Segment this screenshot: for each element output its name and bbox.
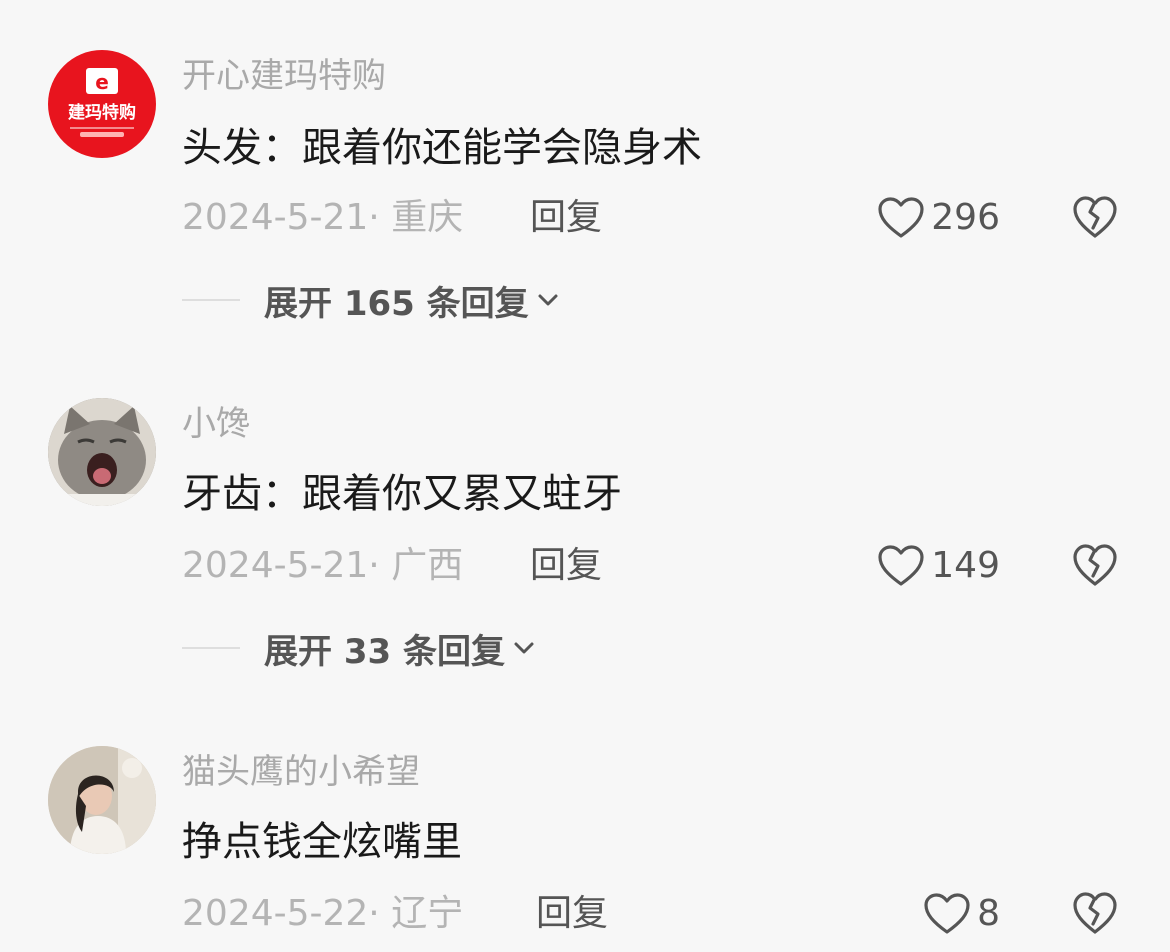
dislike-button[interactable]: [1072, 891, 1118, 935]
like-button[interactable]: 8: [923, 890, 1000, 938]
comment-meta: 2024-5-22· 辽宁: [182, 893, 464, 934]
heart-outline-icon: [924, 893, 970, 934]
heart-outline-icon: [878, 197, 924, 238]
comment-text: 挣点钱全炫嘴里: [182, 819, 462, 865]
comment-text: 头发：跟着你还能学会隐身术: [182, 125, 702, 171]
avatar[interactable]: [48, 398, 156, 506]
expand-replies-label: 展开 165 条回复: [264, 283, 529, 324]
like-count: 296: [931, 197, 1000, 238]
broken-heart-icon: [1073, 544, 1117, 586]
cat-photo-icon: [48, 398, 156, 506]
comment-meta: 2024-5-21· 重庆: [182, 197, 464, 238]
username[interactable]: 猫头鹰的小希望: [182, 752, 420, 792]
divider-line: [182, 299, 240, 301]
dislike-button[interactable]: [1072, 195, 1118, 239]
chevron-down-icon: [514, 642, 534, 654]
dislike-button[interactable]: [1072, 543, 1118, 587]
store-logo-icon: e 建玛特购: [68, 68, 136, 137]
divider-line: [182, 647, 240, 649]
like-count: 8: [977, 893, 1000, 934]
svg-text:e: e: [95, 70, 109, 94]
portrait-photo-icon: [48, 746, 156, 854]
comment-meta: 2024-5-21· 广西: [182, 545, 464, 586]
reply-button[interactable]: 回复: [530, 196, 602, 240]
avatar[interactable]: e 建玛特购: [48, 50, 156, 158]
reply-button[interactable]: 回复: [530, 544, 602, 588]
expand-replies-label: 展开 33 条回复: [264, 631, 505, 672]
username[interactable]: 小馋: [182, 404, 250, 444]
reply-button[interactable]: 回复: [536, 892, 608, 936]
expand-replies-button[interactable]: 展开 165 条回复: [182, 278, 559, 324]
heart-outline-icon: [878, 545, 924, 586]
broken-heart-icon: [1073, 892, 1117, 934]
like-button[interactable]: 149: [877, 542, 1000, 590]
username[interactable]: 开心建玛特购: [182, 56, 386, 96]
like-count: 149: [931, 545, 1000, 586]
avatar-logo-text: 建玛特购: [68, 102, 136, 123]
like-button[interactable]: 296: [877, 194, 1000, 242]
broken-heart-icon: [1073, 196, 1117, 238]
expand-replies-button[interactable]: 展开 33 条回复: [182, 626, 535, 672]
avatar[interactable]: [48, 746, 156, 854]
chevron-down-icon: [538, 294, 558, 306]
comment-text: 牙齿：跟着你又累又蛀牙: [182, 471, 622, 517]
